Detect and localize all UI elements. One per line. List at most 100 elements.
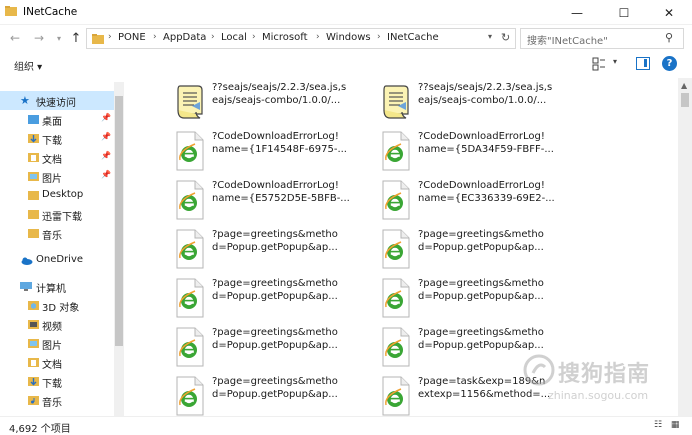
sidebar-item-pictures-cn[interactable]: 图片 📌 [0, 167, 114, 186]
breadcrumb-pone[interactable]: PONE [118, 32, 146, 43]
file-name: ?page=greetings&metho d=Popup.getPopup&a… [212, 278, 338, 302]
navigation-scrollbar-thumb[interactable] [115, 96, 123, 346]
sidebar-item-downloads[interactable]: 下载 [0, 372, 114, 391]
status-bar: 4,692 个项目 [0, 416, 692, 435]
folder-icon [28, 191, 39, 200]
sidebar-item-quick-access[interactable]: ★ 快速访问 [0, 91, 114, 110]
sidebar-item-thunder-downloads[interactable]: 迅雷下载 [0, 205, 114, 224]
search-input[interactable]: 搜索"INetCache" ⚲ [520, 28, 684, 49]
folder-icon [28, 210, 39, 219]
file-item[interactable]: ?page=greetings&metho d=Popup.getPopup&a… [172, 227, 367, 273]
view-options-dropdown-icon[interactable]: ▾ [613, 57, 617, 66]
file-item[interactable]: ?CodeDownloadErrorLog! name={5DA34F59-FB… [378, 129, 573, 175]
desktop-folder-icon [28, 115, 39, 124]
minimize-button[interactable]: — [554, 0, 600, 25]
maximize-button[interactable]: ☐ [601, 0, 647, 25]
internet-explorer-file-icon [176, 180, 204, 220]
sidebar-item-documents[interactable]: 文档 [0, 353, 114, 372]
file-item[interactable]: ?page=greetings&metho d=Popup.getPopup&a… [172, 276, 367, 322]
file-item[interactable]: ?page=greetings&metho d=Popup.getPopup&a… [378, 276, 573, 322]
chevron-right-icon[interactable]: › [377, 32, 381, 42]
watermark-text: 搜狗指南 [558, 362, 651, 387]
cloud-icon [21, 257, 33, 265]
sidebar-item-documents-cn[interactable]: 文档 📌 [0, 148, 114, 167]
breadcrumb-local[interactable]: Local [221, 32, 247, 43]
forward-button[interactable]: → [30, 29, 48, 47]
sidebar-item-music-cn[interactable]: 音乐 [0, 224, 114, 243]
chevron-right-icon[interactable]: › [316, 32, 320, 42]
sidebar-item-this-pc[interactable]: 计算机 [0, 277, 114, 296]
file-item[interactable]: ??seajs/seajs/2.2.3/sea.js,s eajs/seajs-… [172, 80, 367, 126]
sidebar-item-pictures[interactable]: 图片 [0, 334, 114, 353]
documents-folder-icon [28, 358, 39, 367]
help-icon[interactable]: ? [662, 56, 677, 71]
pin-icon: 📌 [101, 151, 111, 160]
file-name: ?CodeDownloadErrorLog! name={E5752D5E-5B… [212, 180, 350, 204]
star-icon: ★ [20, 94, 30, 107]
breadcrumb-microsoft[interactable]: Microsoft [262, 32, 308, 43]
sogou-logo-icon [523, 354, 555, 386]
up-button[interactable]: ↑ [67, 29, 85, 47]
scroll-up-icon[interactable]: ▲ [681, 81, 687, 90]
file-item[interactable]: ?CodeDownloadErrorLog! name={E5752D5E-5B… [172, 178, 367, 224]
internet-explorer-file-icon [382, 131, 410, 171]
breadcrumb-inetcache[interactable]: INetCache [387, 32, 439, 43]
organize-button[interactable]: 组织 ▾ [14, 58, 42, 73]
chevron-right-icon[interactable]: › [211, 32, 215, 42]
chevron-right-icon[interactable]: › [153, 32, 157, 42]
sidebar-item-music[interactable]: 音乐 [0, 391, 114, 410]
internet-explorer-file-icon [176, 376, 204, 416]
file-item[interactable]: ?page=greetings&metho d=Popup.getPopup&a… [172, 325, 367, 371]
file-item[interactable]: ??seajs/seajs/2.2.3/sea.js,s eajs/seajs-… [378, 80, 573, 126]
address-bar[interactable]: › PONE › AppData › Local › Microsoft › W… [86, 28, 516, 49]
file-item[interactable]: ?CodeDownloadErrorLog! name={EC336339-69… [378, 178, 573, 224]
pin-icon: 📌 [101, 113, 111, 122]
pictures-folder-icon [28, 339, 39, 348]
preview-pane-icon[interactable] [636, 57, 650, 70]
pin-icon: 📌 [101, 132, 111, 141]
file-name: ?page=greetings&metho d=Popup.getPopup&a… [212, 229, 338, 253]
breadcrumb-appdata[interactable]: AppData [163, 32, 206, 43]
documents-folder-icon [28, 153, 39, 162]
sidebar-item-onedrive[interactable]: OneDrive [0, 251, 114, 270]
sidebar-item-videos[interactable]: 视频 [0, 315, 114, 334]
content-scrollbar-thumb[interactable] [681, 93, 689, 107]
navigation-pane: ★ 快速访问 桌面 📌 下载 📌 文档 📌 图片 📌 Desktop 迅雷下载 … [0, 78, 124, 416]
file-item[interactable]: ?CodeDownloadErrorLog! name={1F14548F-69… [172, 129, 367, 175]
internet-explorer-file-icon [176, 131, 204, 171]
folder-icon [28, 229, 39, 238]
internet-explorer-file-icon [382, 376, 410, 416]
file-name: ?page=greetings&metho d=Popup.getPopup&a… [418, 229, 544, 253]
view-toggle-icons[interactable]: ☷ ▦ [654, 420, 682, 430]
internet-explorer-file-icon [382, 180, 410, 220]
title-bar: INetCache — ☐ ✕ [0, 0, 692, 25]
chevron-right-icon[interactable]: › [252, 32, 256, 42]
chevron-right-icon[interactable]: › [108, 32, 112, 42]
sidebar-item-downloads-cn[interactable]: 下载 📌 [0, 129, 114, 148]
file-name: ??seajs/seajs/2.2.3/sea.js,s eajs/seajs-… [418, 82, 553, 106]
pictures-folder-icon [28, 172, 39, 181]
internet-explorer-file-icon [382, 278, 410, 318]
content-scrollbar[interactable]: ▲ [678, 78, 692, 416]
navigation-scrollbar[interactable] [114, 82, 124, 416]
folder-icon [92, 34, 104, 44]
address-dropdown-icon[interactable]: ▾ [488, 32, 492, 41]
file-name: ?page=greetings&metho d=Popup.getPopup&a… [418, 278, 544, 302]
close-button[interactable]: ✕ [646, 0, 692, 25]
search-icon[interactable]: ⚲ [665, 31, 673, 44]
file-item[interactable]: ?page=greetings&metho d=Popup.getPopup&a… [172, 374, 367, 416]
recent-locations-button[interactable]: ▾ [50, 29, 68, 47]
pin-icon: 📌 [101, 170, 111, 179]
file-name: ?CodeDownloadErrorLog! name={1F14548F-69… [212, 131, 347, 155]
file-name: ?CodeDownloadErrorLog! name={5DA34F59-FB… [418, 131, 554, 155]
internet-explorer-file-icon [382, 229, 410, 269]
breadcrumb-windows[interactable]: Windows [326, 32, 371, 43]
sidebar-item-desktop-cn[interactable]: 桌面 📌 [0, 110, 114, 129]
file-item[interactable]: ?page=greetings&metho d=Popup.getPopup&a… [378, 227, 573, 273]
sidebar-item-desktop[interactable]: Desktop [0, 186, 114, 205]
change-view-icon[interactable] [592, 57, 606, 71]
sidebar-item-3d-objects[interactable]: 3D 对象 [0, 296, 114, 315]
file-name: ?page=greetings&metho d=Popup.getPopup&a… [212, 327, 338, 351]
refresh-icon[interactable]: ↻ [501, 31, 510, 44]
back-button[interactable]: ← [6, 29, 24, 47]
